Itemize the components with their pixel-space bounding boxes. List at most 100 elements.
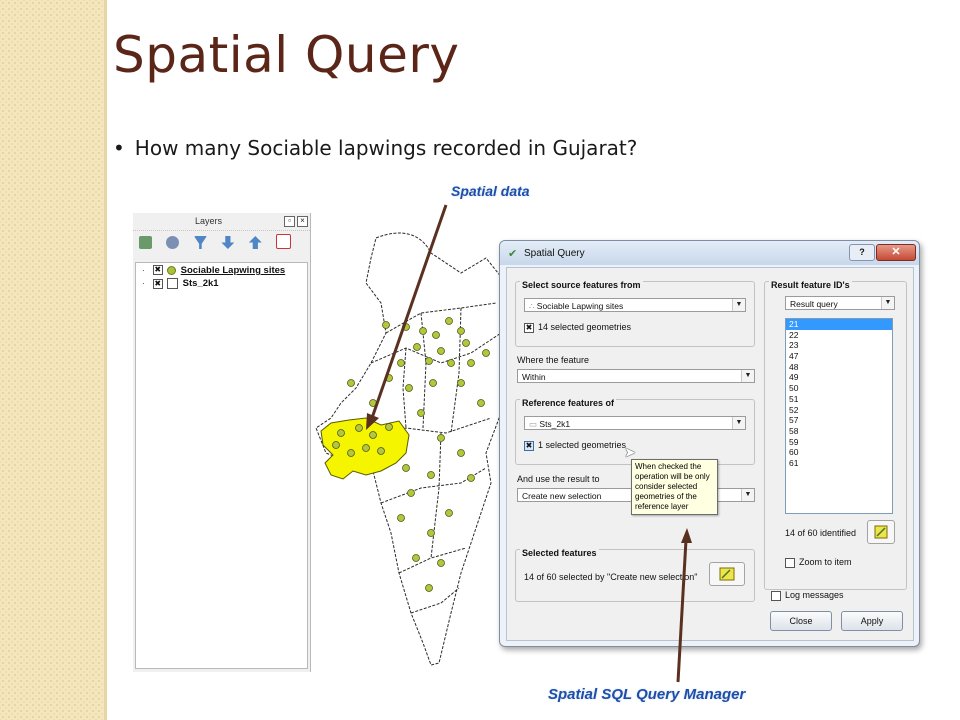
group-label: Reference features of: [520, 398, 617, 408]
source-layer-select[interactable]: ∴ Sociable Lapwing sites ▼: [524, 298, 746, 312]
layer-name: Sts_2k1: [182, 278, 219, 290]
operation-value: Within: [522, 372, 546, 382]
log-messages-checkbox[interactable]: [771, 590, 781, 601]
chevron-down-icon: ▼: [741, 370, 754, 382]
slide-title: Spatial Query: [113, 26, 460, 84]
zoom-feature-icon: [874, 525, 888, 539]
visibility-icon[interactable]: [166, 236, 180, 249]
callout-spatial-data: Spatial data: [451, 183, 530, 199]
list-item[interactable]: 59: [786, 437, 892, 448]
zoom-to-feature-button[interactable]: [867, 520, 895, 544]
layers-toolbar: [139, 234, 301, 254]
layer-name: Sociable Lapwing sites: [180, 265, 286, 276]
log-messages-row[interactable]: Log messages: [771, 590, 844, 601]
zoom-to-item-checkbox[interactable]: [785, 557, 795, 568]
operation-select[interactable]: Within ▼: [517, 369, 755, 383]
dialog-title: Spatial Query: [524, 248, 585, 259]
apply-button[interactable]: Apply: [841, 611, 903, 631]
source-layer-value: Sociable Lapwing sites: [536, 301, 624, 311]
layer-tree: · ✖ Sociable Lapwing sites · ✖ Sts_2k1: [135, 262, 308, 669]
group-label: Result feature ID's: [769, 280, 852, 290]
zoom-to-item-row[interactable]: Zoom to item: [785, 557, 852, 568]
zoom-to-item-label: Zoom to item: [799, 557, 852, 567]
close-button[interactable]: Close: [770, 611, 832, 631]
group-label: Selected features: [520, 548, 599, 558]
list-item[interactable]: 61: [786, 458, 892, 469]
chevron-down-icon: ▼: [881, 297, 894, 309]
list-item[interactable]: 49: [786, 372, 892, 383]
source-selected-checkbox-row[interactable]: ✖ 14 selected geometries: [524, 322, 631, 333]
layers-panel-title: Layers: [195, 216, 223, 226]
group-label: Select source features from: [520, 280, 643, 290]
source-features-group: Select source features from ∴ Sociable L…: [515, 280, 755, 347]
close-window-icon[interactable]: ✕: [876, 244, 916, 261]
list-item[interactable]: 21: [786, 319, 892, 330]
chevron-down-icon: ▼: [732, 299, 745, 311]
layer-row-lapwing[interactable]: · ✖ Sociable Lapwing sites: [142, 265, 285, 276]
list-item[interactable]: 23: [786, 340, 892, 351]
list-item[interactable]: 52: [786, 405, 892, 416]
callout-query-manager: Spatial SQL Query Manager: [548, 686, 746, 703]
layers-panel-titlebar: Layers ▫ ×: [133, 213, 310, 231]
point-symbol-icon: [166, 265, 176, 275]
reference-selected-label: 1 selected geometries: [538, 440, 627, 450]
layer-row-states[interactable]: · ✖ Sts_2k1: [142, 278, 219, 289]
list-item[interactable]: 51: [786, 394, 892, 405]
source-selected-checkbox[interactable]: ✖: [524, 322, 534, 333]
reference-selected-checkbox-row[interactable]: ✖ 1 selected geometries: [524, 440, 626, 451]
tree-branch-icon: ·: [142, 266, 145, 275]
result-id-list[interactable]: 21 22 23 47 48 49 50 51 52 57 58 59 60 6…: [785, 318, 893, 514]
spatial-query-icon: ✔: [508, 248, 518, 260]
add-group-icon[interactable]: [139, 236, 152, 249]
list-item[interactable]: 22: [786, 330, 892, 341]
identified-count: 14 of 60 identified: [785, 528, 857, 538]
reference-layer-select[interactable]: ▭ Sts_2k1 ▼: [524, 416, 746, 430]
layers-panel: Layers ▫ × · ✖ Sociable Lapwing sites · ✖ Sts…: [133, 213, 311, 672]
layer-visibility-checkbox[interactable]: ✖: [152, 278, 163, 289]
float-panel-icon[interactable]: ▫: [284, 216, 295, 227]
zoom-to-selected-button[interactable]: [709, 562, 745, 586]
result-query-value: Result query: [790, 299, 838, 309]
panel-window-buttons: ▫ ×: [282, 216, 308, 227]
list-item[interactable]: 58: [786, 426, 892, 437]
result-action-value: Create new selection: [522, 491, 602, 501]
filter-icon[interactable]: [193, 236, 207, 249]
close-panel-icon[interactable]: ×: [297, 216, 308, 227]
chevron-down-icon: ▼: [732, 417, 745, 429]
remove-layer-icon[interactable]: [276, 234, 292, 249]
reference-layer-value: Sts_2k1: [539, 419, 571, 429]
point-layer-icon: ∴: [529, 301, 537, 311]
list-item[interactable]: 50: [786, 383, 892, 394]
polygon-layer-icon: ▭: [529, 419, 540, 429]
mouse-cursor-icon: ➤: [624, 444, 636, 460]
polygon-symbol-icon: [166, 278, 178, 289]
bullet-text: How many Sociable lapwings recorded in G…: [134, 136, 638, 160]
list-item[interactable]: 48: [786, 362, 892, 373]
selected-summary: 14 of 60 selected by "Create new selecti…: [524, 572, 698, 582]
side-strip-border: [104, 0, 107, 720]
selected-features-group: Selected features 14 of 60 selected by "…: [515, 548, 755, 602]
where-label: Where the feature: [517, 355, 590, 365]
zoom-selection-icon: [719, 567, 735, 581]
result-action-label: And use the result to: [517, 474, 600, 484]
tree-branch-icon: ·: [142, 279, 145, 289]
source-selected-label: 14 selected geometries: [538, 322, 632, 332]
result-query-select[interactable]: Result query ▼: [785, 296, 895, 310]
dialog-body: Select source features from ∴ Sociable L…: [506, 267, 914, 641]
dialog-titlebar[interactable]: ✔ Spatial Query ? ✕: [500, 241, 919, 265]
checkbox-tooltip: When checked the operation will be only …: [631, 459, 718, 515]
reference-selected-checkbox[interactable]: ✖: [524, 440, 534, 451]
bullet-icon: •: [113, 136, 125, 160]
decorative-side-strip: [0, 0, 104, 720]
collapse-icon[interactable]: [248, 236, 262, 249]
list-item[interactable]: 60: [786, 447, 892, 458]
log-messages-label: Log messages: [785, 590, 844, 600]
spatial-query-dialog: ✔ Spatial Query ? ✕ Select source featur…: [499, 240, 920, 647]
expand-icon[interactable]: [221, 236, 235, 249]
chevron-down-icon: ▼: [741, 489, 754, 501]
layer-visibility-checkbox[interactable]: ✖: [152, 265, 163, 276]
list-item[interactable]: 57: [786, 415, 892, 426]
help-button[interactable]: ?: [849, 244, 875, 261]
bullet-point: • How many Sociable lapwings recorded in …: [113, 136, 637, 160]
list-item[interactable]: 47: [786, 351, 892, 362]
